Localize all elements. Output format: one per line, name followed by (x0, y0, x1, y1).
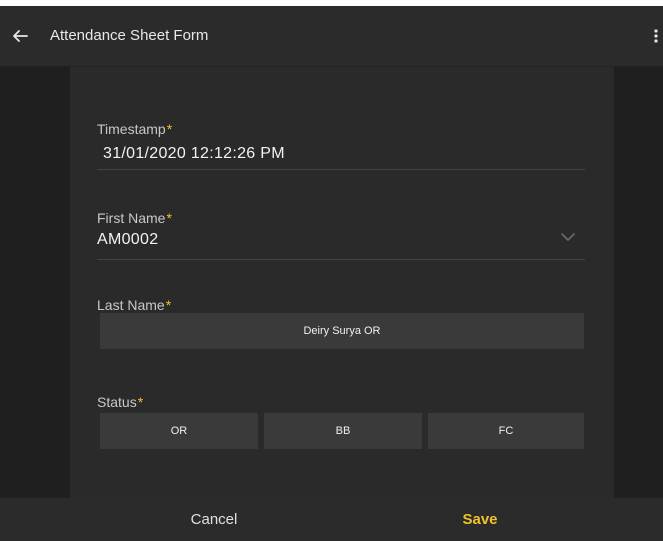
form-card: Timestamp* 31/01/2020 12:12:26 PM First … (70, 67, 614, 498)
status-label: Status* (97, 393, 143, 411)
status-label-text: Status (97, 394, 137, 410)
first-name-underline (97, 259, 585, 260)
app-window: Attendance Sheet Form Timestamp* 31/01/2… (0, 6, 663, 541)
required-mark: * (166, 210, 172, 226)
status-options: OR BB FC (100, 413, 584, 449)
last-name-field[interactable]: Deiry Surya OR (100, 313, 584, 349)
last-name-label-text: Last Name (97, 297, 165, 313)
status-option-bb[interactable]: BB (264, 413, 422, 449)
timestamp-label: Timestamp* (97, 120, 172, 138)
required-mark: * (165, 297, 172, 313)
chevron-down-icon[interactable] (560, 231, 576, 243)
required-mark: * (166, 121, 173, 137)
form-footer: Cancel Save (0, 498, 663, 541)
required-mark: * (137, 394, 144, 410)
back-button[interactable] (8, 24, 32, 48)
status-option-or[interactable]: OR (100, 413, 258, 449)
last-name-label: Last Name* (97, 296, 171, 314)
timestamp-label-text: Timestamp (97, 121, 166, 137)
more-vertical-icon (654, 29, 658, 43)
timestamp-value[interactable]: 31/01/2020 12:12:26 PM (103, 144, 285, 164)
timestamp-underline (97, 169, 585, 170)
app-header: Attendance Sheet Form (0, 6, 663, 67)
cancel-button[interactable]: Cancel (114, 498, 314, 541)
arrow-left-icon (13, 30, 28, 42)
status-option-fc[interactable]: FC (428, 413, 584, 449)
more-options-button[interactable] (649, 24, 663, 48)
first-name-value[interactable]: AM0002 (97, 230, 158, 250)
save-button[interactable]: Save (380, 498, 580, 541)
page-title: Attendance Sheet Form (50, 27, 209, 44)
first-name-label: First Name* (97, 209, 172, 227)
first-name-label-text: First Name (97, 210, 166, 226)
